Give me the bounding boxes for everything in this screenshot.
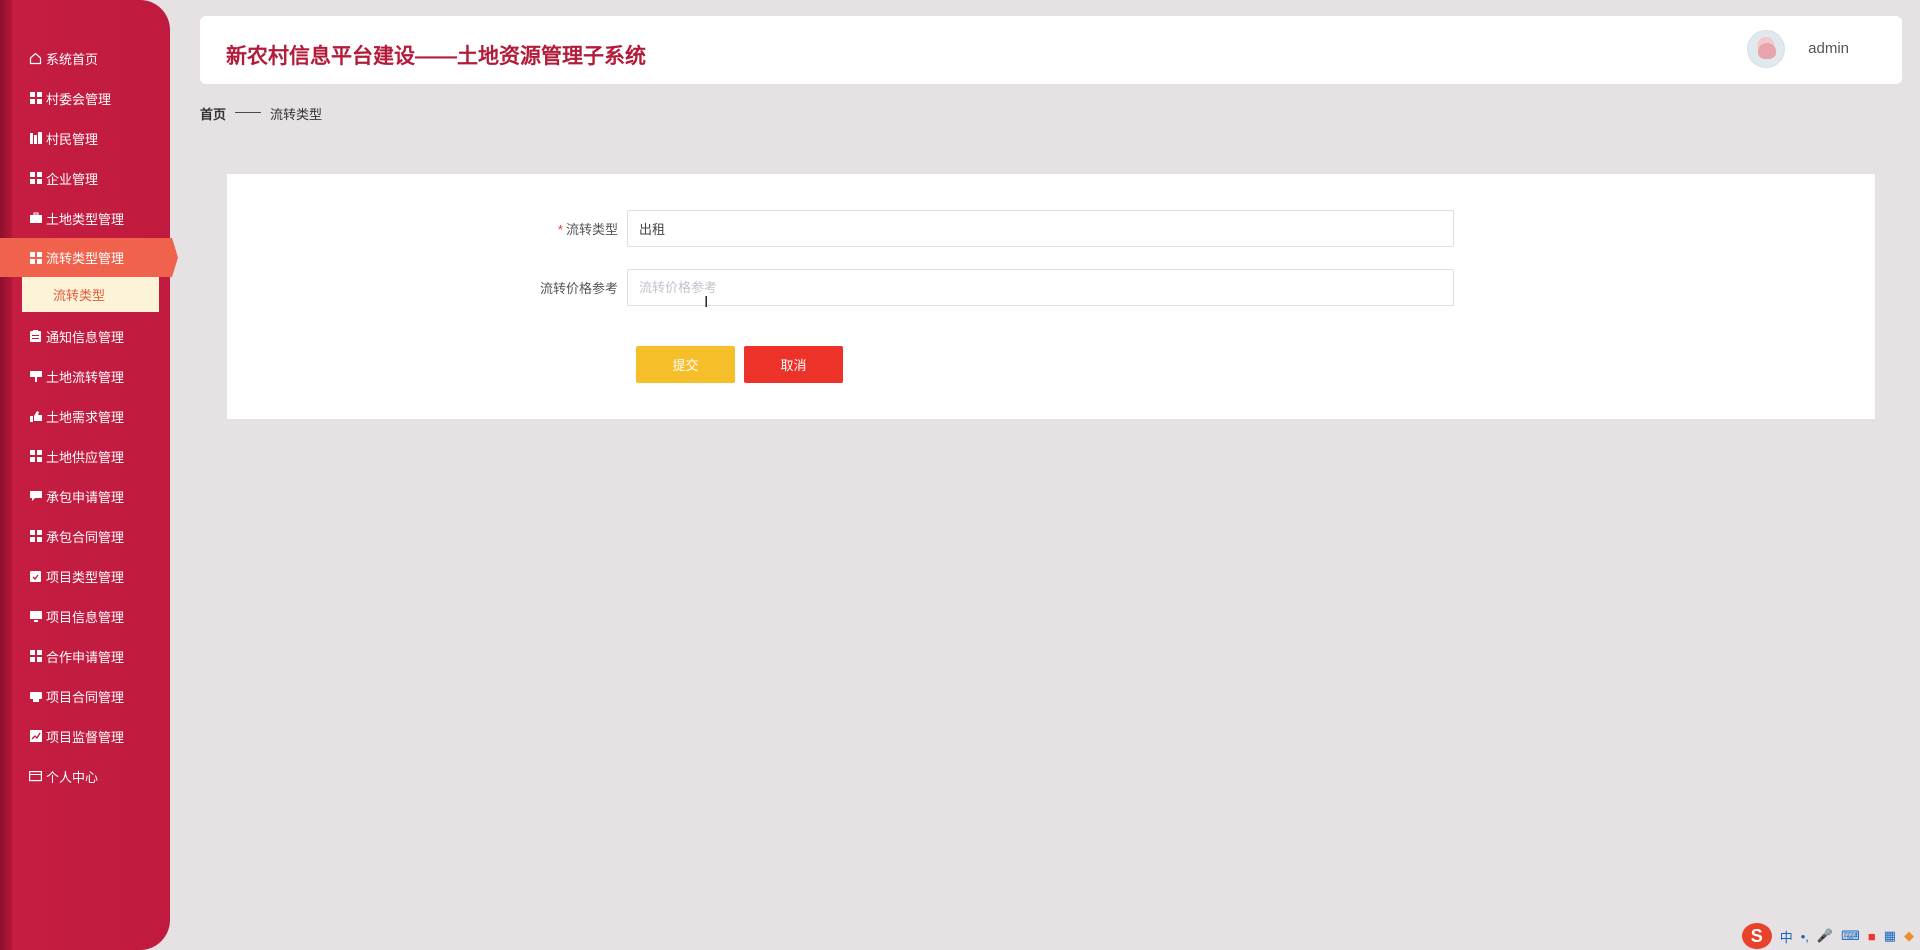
breadcrumb-current: 流转类型 xyxy=(270,107,323,122)
hand-icon xyxy=(29,410,42,423)
price-reference-input[interactable] xyxy=(627,269,1454,306)
sidebar-item-label: 项目合同管理 xyxy=(46,689,125,705)
grid-icon xyxy=(29,530,42,543)
breadcrumb: 首页 —— 流转类型 xyxy=(200,104,322,123)
gift-icon[interactable]: ■ xyxy=(1868,929,1876,944)
form-row-type: * 流转类型 xyxy=(227,210,1454,247)
sidebar-item-label: 项目信息管理 xyxy=(46,609,125,625)
sidebar-item-label: 合作申请管理 xyxy=(46,649,125,665)
breadcrumb-home[interactable]: 首页 xyxy=(200,104,226,123)
keyboard-icon[interactable]: ⌨ xyxy=(1841,928,1860,944)
grid-icon xyxy=(29,650,42,663)
ime-logo-icon[interactable]: S xyxy=(1741,923,1772,949)
sign-icon xyxy=(29,370,42,383)
printer-icon xyxy=(29,690,42,703)
sidebar-item-label: 村委会管理 xyxy=(46,91,112,107)
sidebar-item-label: 个人中心 xyxy=(46,769,99,785)
top-header: 新农村信息平台建设——土地资源管理子系统 admin xyxy=(200,16,1902,84)
sidebar-item-cooperation[interactable]: 合作申请管理 xyxy=(0,636,178,676)
ime-mode[interactable]: 中 xyxy=(1780,927,1793,946)
sidebar-item-label: 承包合同管理 xyxy=(46,529,125,545)
sidebar-item-label: 企业管理 xyxy=(46,171,99,187)
sidebar-item-label: 流转类型管理 xyxy=(46,251,125,266)
sidebar-menu: 系统首页 村委会管理 村民管理 企业管理 土地类型管理 流转类型管理 流转类型 … xyxy=(0,38,178,796)
sidebar-item-label: 系统首页 xyxy=(46,51,99,67)
sidebar-item-project-supervision[interactable]: 项目监督管理 xyxy=(0,716,178,756)
price-label: 流转价格参考 xyxy=(539,281,618,296)
sidebar-item-label: 土地需求管理 xyxy=(46,409,125,425)
home-icon xyxy=(29,52,42,65)
sidebar-item-contract-apply[interactable]: 承包申请管理 xyxy=(0,476,178,516)
type-label-text: 流转类型 xyxy=(565,222,618,237)
apps-icon[interactable]: ▦ xyxy=(1884,928,1896,944)
sidebar-item-villagers[interactable]: 村民管理 xyxy=(0,118,178,158)
punctuation-icon[interactable]: •, xyxy=(1801,929,1809,944)
sidebar-item-label: 土地类型管理 xyxy=(46,211,125,227)
sidebar-item-label: 项目监督管理 xyxy=(46,729,125,745)
card-icon xyxy=(29,770,42,783)
sidebar-item-project-info[interactable]: 项目信息管理 xyxy=(0,596,178,636)
clipboard-check-icon xyxy=(29,570,42,583)
form-row-price: 流转价格参考 xyxy=(227,269,1454,306)
breadcrumb-separator: —— xyxy=(235,104,262,119)
sidebar-item-contract[interactable]: 承包合同管理 xyxy=(0,516,178,556)
text-cursor-icon: I xyxy=(704,294,709,311)
sidebar-item-profile[interactable]: 个人中心 xyxy=(0,756,178,796)
clipboard-icon xyxy=(29,330,42,343)
transfer-type-input[interactable] xyxy=(627,210,1454,247)
sidebar-item-label: 项目类型管理 xyxy=(46,569,125,585)
ime-tray: S 中 •, 🎤 ⌨ ■ ▦ ◆ xyxy=(1741,922,1920,950)
sidebar-item-transfer-type[interactable]: 流转类型管理 xyxy=(0,238,178,277)
chart-icon xyxy=(29,730,42,743)
sidebar-item-land-transfer[interactable]: 土地流转管理 xyxy=(0,356,178,396)
submit-button[interactable]: 提交 xyxy=(636,346,735,383)
sidebar-item-land-supply[interactable]: 土地供应管理 xyxy=(0,436,178,476)
page-title: 新农村信息平台建设——土地资源管理子系统 xyxy=(226,45,646,68)
form-card: *流转类型 流转价格参考 提交 取消 xyxy=(227,174,1875,419)
sidebar: 系统首页 村委会管理 村民管理 企业管理 土地类型管理 流转类型管理 流转类型 … xyxy=(0,0,178,950)
username[interactable]: admin xyxy=(1808,40,1849,57)
skin-icon[interactable]: ◆ xyxy=(1904,928,1914,944)
monitor-icon xyxy=(29,610,42,623)
sidebar-item-notice[interactable]: 通知信息管理 xyxy=(0,316,178,356)
briefcase-icon xyxy=(29,212,42,225)
sidebar-item-enterprise[interactable]: 企业管理 xyxy=(0,158,178,198)
sidebar-item-project-contract[interactable]: 项目合同管理 xyxy=(0,676,178,716)
sidebar-item-label: 村民管理 xyxy=(46,131,99,147)
required-mark: * xyxy=(557,222,563,237)
microphone-icon[interactable]: 🎤 xyxy=(1817,928,1833,944)
sidebar-item-land-type[interactable]: 土地类型管理 xyxy=(0,198,178,238)
sidebar-item-project-type[interactable]: 项目类型管理 xyxy=(0,556,178,596)
type-label: * 流转类型 xyxy=(227,219,627,238)
sidebar-item-village-committee[interactable]: 村委会管理 xyxy=(0,78,178,118)
avatar[interactable] xyxy=(1747,30,1785,68)
grid-icon xyxy=(29,450,42,463)
sidebar-item-label: 承包申请管理 xyxy=(46,489,125,505)
grid-icon xyxy=(29,92,42,105)
sidebar-item-label: 土地流转管理 xyxy=(46,369,125,385)
sidebar-item-land-demand[interactable]: 土地需求管理 xyxy=(0,396,178,436)
sidebar-item-home[interactable]: 系统首页 xyxy=(0,38,178,78)
grid-icon xyxy=(29,251,42,264)
building-icon xyxy=(29,132,42,145)
sidebar-item-label: 土地供应管理 xyxy=(46,449,125,465)
submenu-item-transfer-type[interactable]: 流转类型 xyxy=(22,277,159,312)
grid-icon xyxy=(29,172,42,185)
sidebar-item-label: 通知信息管理 xyxy=(46,329,125,345)
comment-icon xyxy=(29,490,42,503)
cancel-button[interactable]: 取消 xyxy=(744,346,843,383)
